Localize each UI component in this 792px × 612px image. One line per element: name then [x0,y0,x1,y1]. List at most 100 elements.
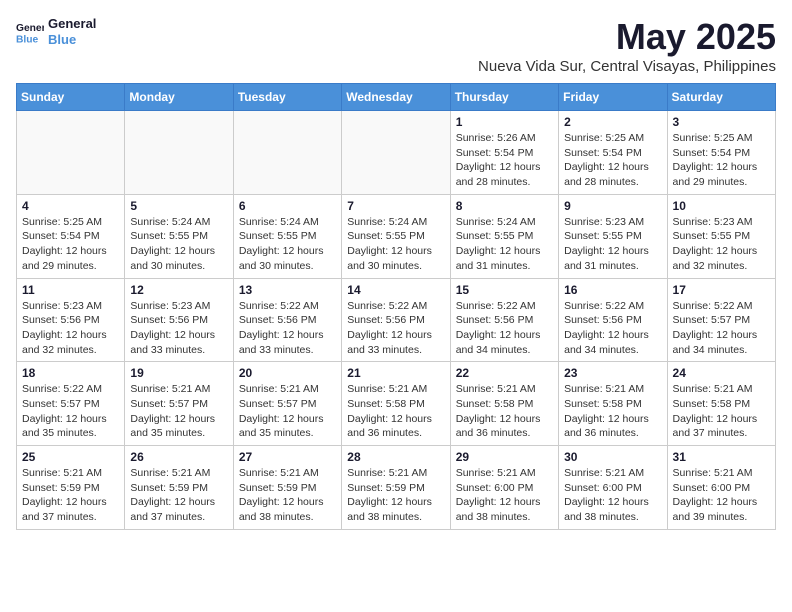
day-number: 11 [22,283,119,297]
day-info: Sunrise: 5:21 AMSunset: 6:00 PMDaylight:… [564,466,661,525]
calendar-day-cell [17,111,125,195]
logo-line1: General [48,16,96,32]
day-number: 17 [673,283,770,297]
day-info: Sunrise: 5:23 AMSunset: 5:56 PMDaylight:… [22,299,119,358]
day-info: Sunrise: 5:22 AMSunset: 5:56 PMDaylight:… [456,299,553,358]
title-block: May 2025 Nueva Vida Sur, Central Visayas… [478,16,776,75]
day-info: Sunrise: 5:25 AMSunset: 5:54 PMDaylight:… [22,215,119,274]
day-info: Sunrise: 5:21 AMSunset: 5:59 PMDaylight:… [22,466,119,525]
calendar-day-cell: 17 Sunrise: 5:22 AMSunset: 5:57 PMDayligh… [667,278,775,362]
day-number: 16 [564,283,661,297]
calendar-day-cell: 31Sunrise: 5:21 AMSunset: 6:00 PMDayligh… [667,446,775,530]
calendar-day-cell: 16Sunrise: 5:22 AMSunset: 5:56 PMDayligh… [559,278,667,362]
calendar-week-row: 11 Sunrise: 5:23 AMSunset: 5:56 PMDayligh… [17,278,776,362]
calendar-day-cell [125,111,233,195]
logo-line2: Blue [48,32,96,48]
calendar-day-cell: 26Sunrise: 5:21 AMSunset: 5:59 PMDayligh… [125,446,233,530]
calendar-day-cell: 14 Sunrise: 5:22 AMSunset: 5:56 PMDayligh… [342,278,450,362]
day-number: 19 [130,366,227,380]
day-info: Sunrise: 5:24 AMSunset: 5:55 PMDaylight:… [130,215,227,274]
calendar-day-cell: 18Sunrise: 5:22 AMSunset: 5:57 PMDayligh… [17,362,125,446]
svg-text:General: General [16,23,44,34]
day-info: Sunrise: 5:23 AMSunset: 5:55 PMDaylight:… [673,215,770,274]
day-number: 20 [239,366,336,380]
calendar-day-cell: 20 Sunrise: 5:21 AMSunset: 5:57 PMDayligh… [233,362,341,446]
day-number: 13 [239,283,336,297]
calendar-day-cell: 23 Sunrise: 5:21 AMSunset: 5:58 PMDayligh… [559,362,667,446]
calendar-day-cell: 29Sunrise: 5:21 AMSunset: 6:00 PMDayligh… [450,446,558,530]
day-number: 9 [564,199,661,213]
day-number: 26 [130,450,227,464]
day-number: 21 [347,366,444,380]
day-number: 25 [22,450,119,464]
day-number: 29 [456,450,553,464]
calendar-week-row: 25 Sunrise: 5:21 AMSunset: 5:59 PMDayligh… [17,446,776,530]
calendar-title: May 2025 [478,16,776,58]
day-info: Sunrise: 5:21 AMSunset: 5:58 PMDaylight:… [456,382,553,441]
day-number: 8 [456,199,553,213]
day-number: 6 [239,199,336,213]
svg-text:Blue: Blue [16,34,39,45]
weekday-header-row: SundayMondayTuesdayWednesdayThursdayFrid… [17,84,776,111]
day-info: Sunrise: 5:21 AMSunset: 5:58 PMDaylight:… [564,382,661,441]
calendar-day-cell: 28 Sunrise: 5:21 AMSunset: 5:59 PMDayligh… [342,446,450,530]
calendar-day-cell: 11 Sunrise: 5:23 AMSunset: 5:56 PMDayligh… [17,278,125,362]
day-info: Sunrise: 5:24 AMSunset: 5:55 PMDaylight:… [347,215,444,274]
day-number: 10 [673,199,770,213]
day-number: 18 [22,366,119,380]
calendar-day-cell: 8Sunrise: 5:24 AMSunset: 5:55 PMDaylight… [450,194,558,278]
calendar-day-cell: 30Sunrise: 5:21 AMSunset: 6:00 PMDayligh… [559,446,667,530]
calendar-day-cell: 25 Sunrise: 5:21 AMSunset: 5:59 PMDayligh… [17,446,125,530]
calendar-day-cell: 1Sunrise: 5:26 AMSunset: 5:54 PMDaylight… [450,111,558,195]
calendar-day-cell: 22 Sunrise: 5:21 AMSunset: 5:58 PMDayligh… [450,362,558,446]
weekday-header-sunday: Sunday [17,84,125,111]
day-number: 3 [673,115,770,129]
calendar-day-cell: 15 Sunrise: 5:22 AMSunset: 5:56 PMDayligh… [450,278,558,362]
calendar-day-cell: 4 Sunrise: 5:25 AMSunset: 5:54 PMDaylight… [17,194,125,278]
calendar-day-cell: 9 Sunrise: 5:23 AMSunset: 5:55 PMDaylight… [559,194,667,278]
day-info: Sunrise: 5:24 AMSunset: 5:55 PMDaylight:… [239,215,336,274]
day-info: Sunrise: 5:21 AMSunset: 5:57 PMDaylight:… [239,382,336,441]
page-header: General Blue General Blue May 2025 Nueva… [16,16,776,75]
weekday-header-thursday: Thursday [450,84,558,111]
calendar-day-cell: 13 Sunrise: 5:22 AMSunset: 5:56 PMDayligh… [233,278,341,362]
day-number: 12 [130,283,227,297]
calendar-day-cell: 24Sunrise: 5:21 AMSunset: 5:58 PMDayligh… [667,362,775,446]
calendar-day-cell: 19 Sunrise: 5:21 AMSunset: 5:57 PMDayligh… [125,362,233,446]
calendar-day-cell [342,111,450,195]
calendar-day-cell: 3Sunrise: 5:25 AMSunset: 5:54 PMDaylight… [667,111,775,195]
calendar-day-cell: 12 Sunrise: 5:23 AMSunset: 5:56 PMDayligh… [125,278,233,362]
day-info: Sunrise: 5:22 AMSunset: 5:56 PMDaylight:… [239,299,336,358]
day-number: 23 [564,366,661,380]
day-info: Sunrise: 5:21 AMSunset: 5:57 PMDaylight:… [130,382,227,441]
day-number: 22 [456,366,553,380]
day-number: 28 [347,450,444,464]
day-info: Sunrise: 5:22 AMSunset: 5:57 PMDaylight:… [673,299,770,358]
day-info: Sunrise: 5:21 AMSunset: 5:59 PMDaylight:… [347,466,444,525]
calendar-subtitle: Nueva Vida Sur, Central Visayas, Philipp… [478,58,776,75]
calendar-week-row: 1Sunrise: 5:26 AMSunset: 5:54 PMDaylight… [17,111,776,195]
day-info: Sunrise: 5:23 AMSunset: 5:56 PMDaylight:… [130,299,227,358]
day-number: 14 [347,283,444,297]
calendar-day-cell: 7Sunrise: 5:24 AMSunset: 5:55 PMDaylight… [342,194,450,278]
calendar-day-cell: 2Sunrise: 5:25 AMSunset: 5:54 PMDaylight… [559,111,667,195]
day-info: Sunrise: 5:25 AMSunset: 5:54 PMDaylight:… [564,131,661,190]
day-info: Sunrise: 5:22 AMSunset: 5:56 PMDaylight:… [347,299,444,358]
calendar-day-cell: 10 Sunrise: 5:23 AMSunset: 5:55 PMDayligh… [667,194,775,278]
day-number: 15 [456,283,553,297]
calendar-table: SundayMondayTuesdayWednesdayThursdayFrid… [16,83,776,530]
day-number: 27 [239,450,336,464]
day-number: 1 [456,115,553,129]
day-number: 4 [22,199,119,213]
weekday-header-tuesday: Tuesday [233,84,341,111]
day-info: Sunrise: 5:23 AMSunset: 5:55 PMDaylight:… [564,215,661,274]
day-info: Sunrise: 5:21 AMSunset: 6:00 PMDaylight:… [673,466,770,525]
logo: General Blue General Blue [16,16,96,47]
weekday-header-wednesday: Wednesday [342,84,450,111]
day-number: 24 [673,366,770,380]
day-number: 5 [130,199,227,213]
calendar-day-cell [233,111,341,195]
day-info: Sunrise: 5:21 AMSunset: 5:58 PMDaylight:… [347,382,444,441]
calendar-day-cell: 6 Sunrise: 5:24 AMSunset: 5:55 PMDaylight… [233,194,341,278]
calendar-day-cell: 21 Sunrise: 5:21 AMSunset: 5:58 PMDayligh… [342,362,450,446]
